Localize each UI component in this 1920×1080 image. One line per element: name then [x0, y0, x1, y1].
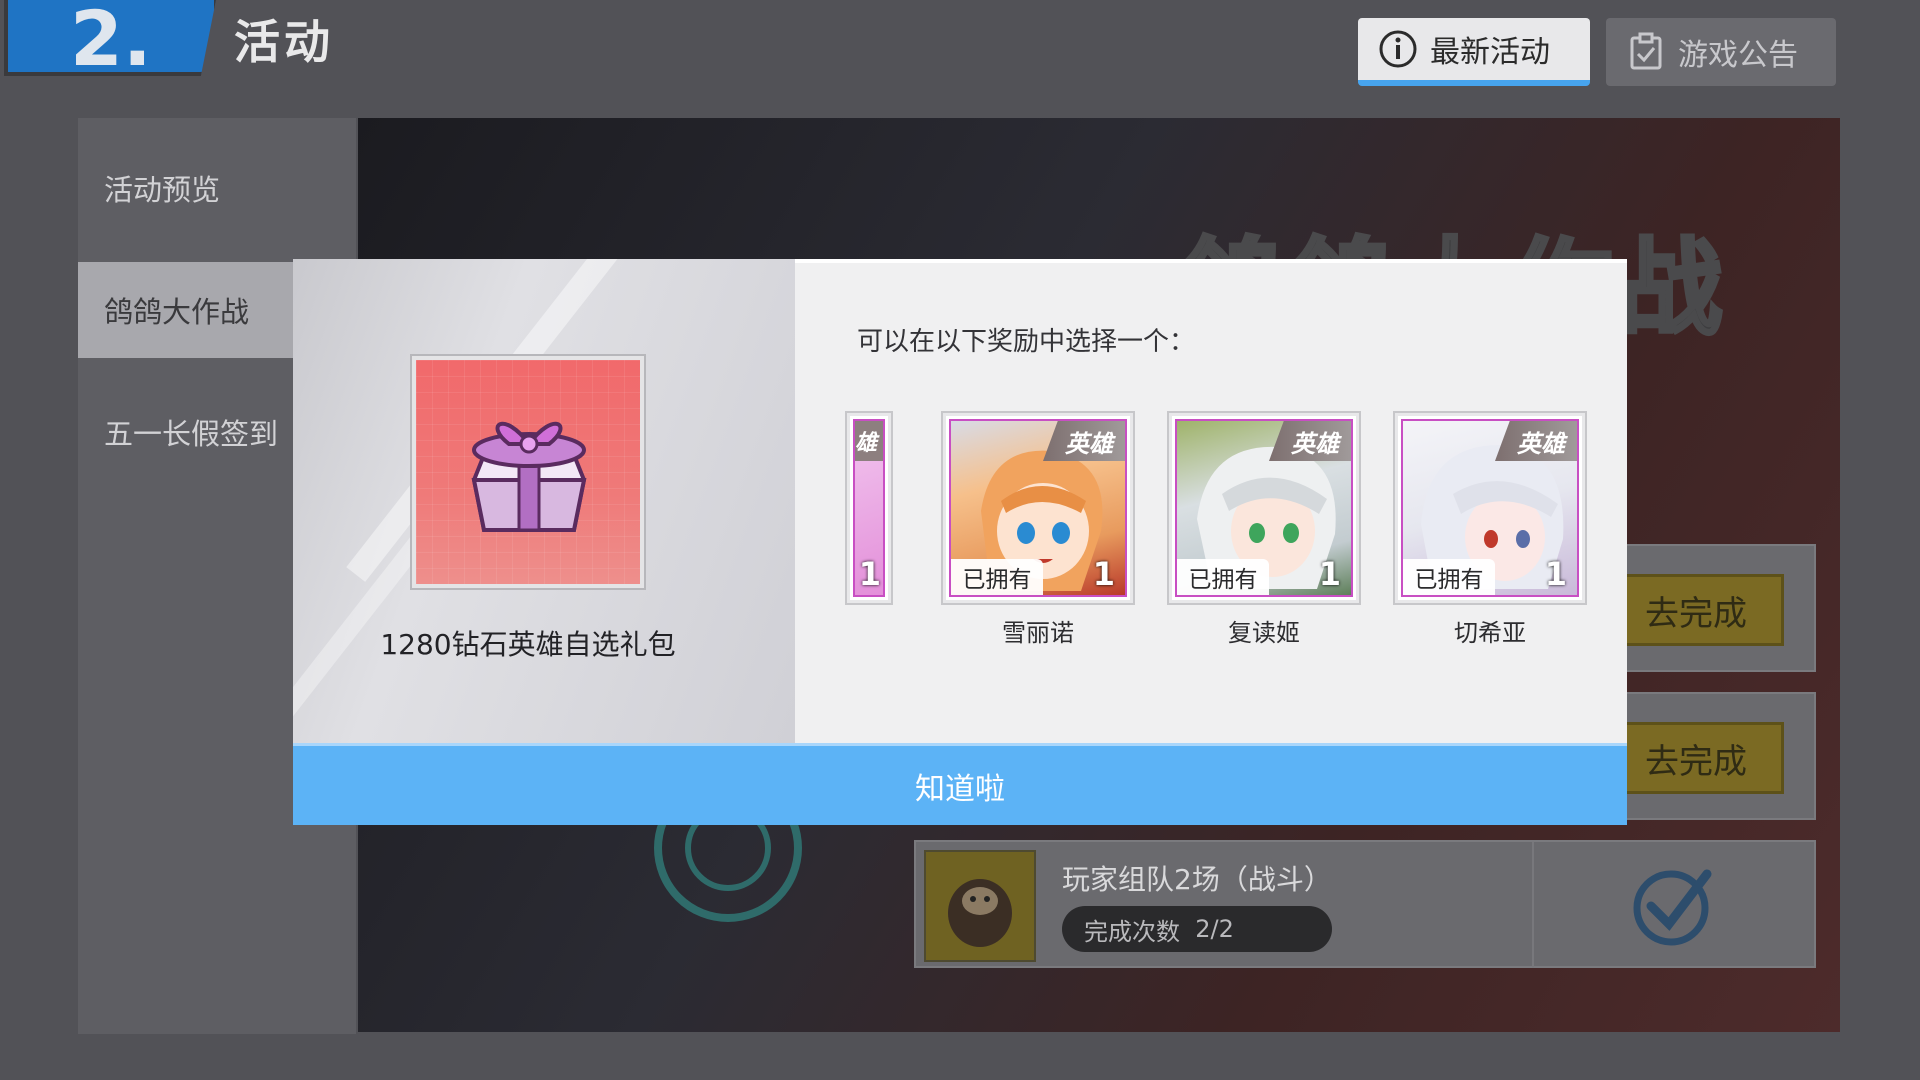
hero-name: 雪丽诺 [1002, 619, 1074, 647]
hero-name: 复读姬 [1228, 619, 1300, 647]
gift-panel: 1280钻石英雄自选礼包 [293, 259, 795, 743]
hero-count: 1 [1318, 555, 1341, 593]
hero-tag: 英雄 [1043, 421, 1125, 461]
owned-badge: 已拥有 [1403, 559, 1495, 595]
hero-count: 1 [1092, 555, 1115, 593]
hero-card-fuduji[interactable]: 英雄 已拥有 1 [1169, 413, 1359, 603]
activity-page: 2. 活动 最新活动 游戏公告 活动预览 鸽鸽大作战 五一长假签到 鸽鸽大作战 … [0, 0, 1920, 1080]
hero-card-qiexiya[interactable]: 英雄 已拥有 1 [1395, 413, 1585, 603]
hero-tag: 雄 [855, 421, 883, 461]
hero-count: 1 [858, 555, 881, 593]
owned-badge: 已拥有 [951, 559, 1043, 595]
hero-tag: 英雄 [1495, 421, 1577, 461]
hero-card-xuelinuo[interactable]: 英雄 已拥有 1 [943, 413, 1133, 603]
owned-badge: 已拥有 [1177, 559, 1269, 595]
reward-options-panel: 可以在以下奖励中选择一个： 雄 1 英雄 已拥有 1 雪丽诺 英雄 已拥有 1 … [795, 259, 1627, 743]
selection-prompt: 可以在以下奖励中选择一个： [857, 327, 1196, 357]
hero-name: 切希亚 [1454, 619, 1526, 647]
gift-box-icon [471, 421, 587, 532]
hero-tag: 英雄 [1269, 421, 1351, 461]
confirm-button[interactable]: 知道啦 [293, 743, 1627, 825]
gift-item-frame [412, 356, 644, 588]
hero-card-partial[interactable]: 雄 1 [847, 413, 891, 603]
reward-selection-modal: 1280钻石英雄自选礼包 可以在以下奖励中选择一个： 雄 1 英雄 已拥有 1 … [293, 259, 1627, 825]
gift-name: 1280钻石英雄自选礼包 [380, 628, 676, 661]
hero-count: 1 [1544, 555, 1567, 593]
